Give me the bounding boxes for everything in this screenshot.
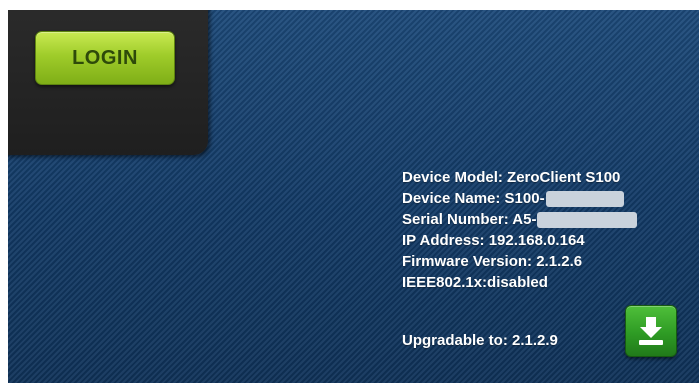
serial-number-row: Serial Number: A5- — [402, 209, 638, 230]
login-panel: LOGIN — [8, 10, 208, 155]
serial-number: Serial Number: A5- — [402, 211, 537, 228]
device-name: Device Name: S100- — [402, 190, 545, 207]
redacted-serial-number — [537, 212, 638, 229]
device-info-panel: Device Model: ZeroClient S100 Device Nam… — [402, 167, 638, 293]
download-icon — [639, 317, 663, 345]
ieee-status: IEEE802.1x:disabled — [402, 274, 548, 291]
redacted-device-name — [545, 191, 624, 208]
firmware-version: Firmware Version: 2.1.2.6 — [402, 253, 583, 270]
device-model: Device Model: ZeroClient S100 — [402, 169, 621, 186]
device-name-row: Device Name: S100- — [402, 188, 637, 209]
upgrade-label: Upgradable to: 2.1.2.9 — [402, 332, 558, 349]
ip-address: IP Address: 192.168.0.164 — [402, 232, 585, 249]
login-button-label: LOGIN — [72, 46, 138, 69]
login-button[interactable]: LOGIN — [35, 31, 175, 85]
upgrade-button[interactable] — [625, 305, 677, 357]
